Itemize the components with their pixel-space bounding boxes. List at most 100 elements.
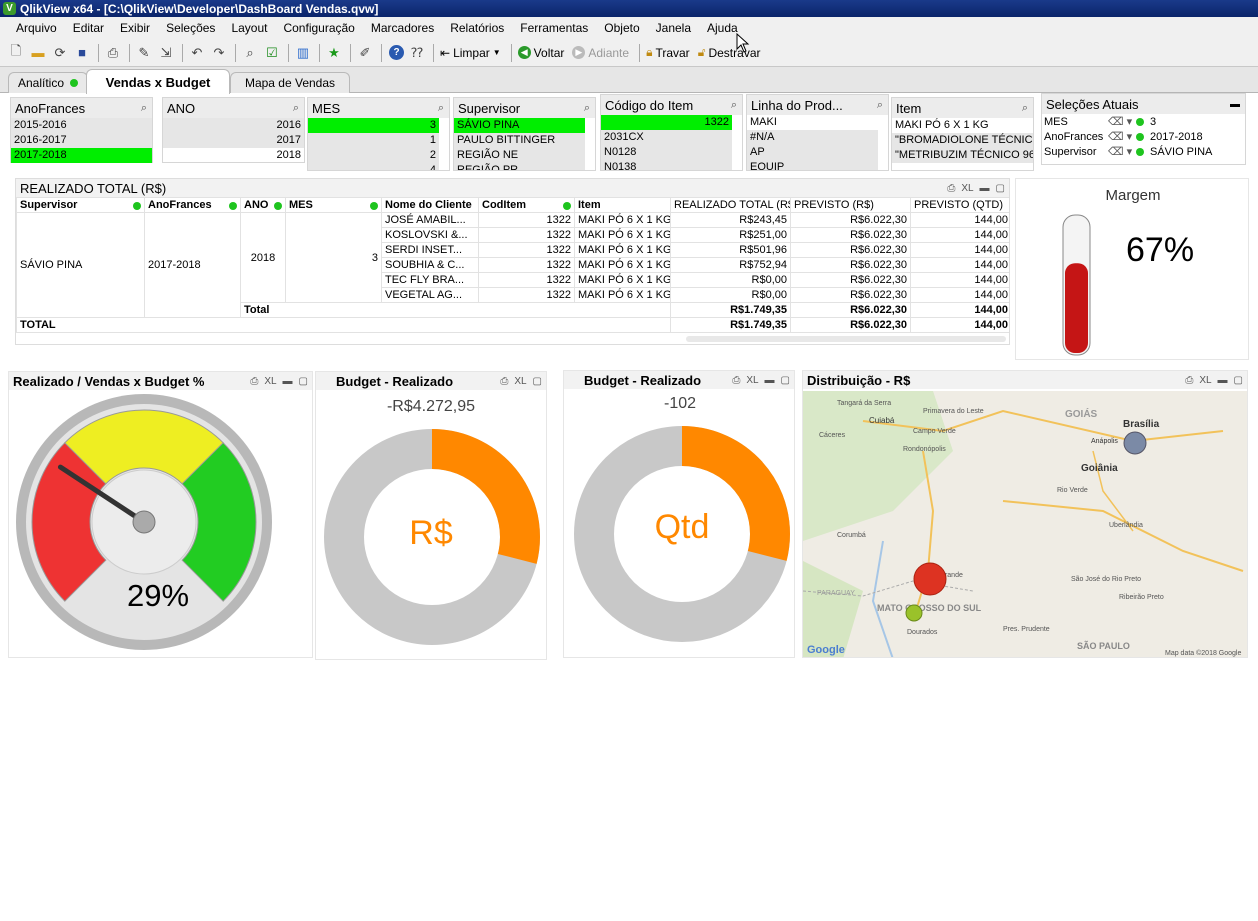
list-item[interactable]: 2017 [163, 133, 304, 148]
list-item[interactable]: N0138 [601, 160, 732, 170]
cell-coditem[interactable]: 1322 [478, 242, 575, 258]
maximize-icon[interactable]: ▢ [996, 183, 1005, 194]
print-icon[interactable]: ⎙ [250, 376, 258, 387]
minimize-icon[interactable]: ▬ [980, 183, 990, 194]
travar-button[interactable]: 🔒︎ Travar [646, 45, 690, 60]
chart-icon[interactable]: ▥ [293, 43, 313, 63]
list-item[interactable]: 2018 [163, 148, 304, 163]
tab-mapa-de-vendas[interactable]: Mapa de Vendas [230, 72, 350, 93]
cell-coditem[interactable]: 1322 [478, 212, 575, 228]
note-icon[interactable]: ✐ [355, 43, 375, 63]
column-header[interactable]: REALIZADO TOTAL (R$) [670, 197, 791, 213]
list-item[interactable]: 1322 [601, 115, 732, 130]
cell-coditem[interactable]: 1322 [478, 272, 575, 288]
minimize-icon[interactable]: ▬ [1218, 375, 1228, 386]
cell-item[interactable]: MAKI PÓ 6 X 1 KG [574, 242, 671, 258]
menu-janela[interactable]: Janela [648, 21, 699, 35]
edit-icon[interactable]: ✎ [134, 43, 154, 63]
tab-analitico[interactable]: Analítico [8, 72, 88, 93]
list-item[interactable]: 2017-2018 [11, 148, 152, 163]
column-header[interactable]: PREVISTO (R$) [790, 197, 911, 213]
print-icon[interactable]: ⎙ [947, 183, 955, 194]
cell-cliente[interactable]: JOSÉ AMABIL... [381, 212, 479, 228]
list-item[interactable]: 2 [308, 148, 439, 163]
list-item[interactable]: PAULO BITTINGER [454, 133, 585, 148]
tab-vendas-x-budget[interactable]: Vendas x Budget [86, 69, 230, 94]
list-item[interactable]: 2015-2016 [11, 118, 152, 133]
menu-objeto[interactable]: Objeto [596, 21, 647, 35]
column-header[interactable]: ANO [240, 197, 286, 213]
voltar-button[interactable]: ◀ Voltar [517, 46, 564, 60]
adiante-button[interactable]: ▶ Adiante [572, 46, 629, 60]
export-icon[interactable]: ⇲ [156, 43, 176, 63]
undo-icon[interactable]: ↶ [187, 43, 207, 63]
context-help-icon[interactable]: ⁇ [407, 43, 427, 63]
cell-item[interactable]: MAKI PÓ 6 X 1 KG [574, 257, 671, 273]
cell-cliente[interactable]: TEC FLY BRA... [381, 272, 479, 288]
minimize-icon[interactable]: ▬ [765, 375, 775, 386]
search-icon[interactable]: ⌕ [877, 99, 883, 112]
cell-supervisor[interactable]: SÁVIO PINA [16, 212, 145, 318]
cell-mes[interactable]: 3 [285, 212, 382, 303]
menu-exibir[interactable]: Exibir [112, 21, 158, 35]
excel-export-icon[interactable]: XL [264, 376, 276, 387]
limpar-button[interactable]: ⇤ Limpar ▼ [440, 46, 501, 60]
list-item[interactable]: EQUIP [747, 160, 878, 170]
column-header[interactable]: Nome do Cliente [381, 197, 479, 213]
checkbox-icon[interactable]: ☑ [262, 43, 282, 63]
maximize-icon[interactable]: ▢ [533, 376, 542, 387]
search-icon[interactable]: ⌕ [438, 102, 444, 115]
print-icon[interactable]: ⎙ [1185, 375, 1193, 386]
print-icon[interactable]: ⎙ [732, 375, 740, 386]
save-icon[interactable]: ■ [72, 43, 92, 63]
column-header[interactable]: AnoFrances [144, 197, 241, 213]
reload-icon[interactable]: ⟳ [50, 43, 70, 63]
redo-icon[interactable]: ↷ [209, 43, 229, 63]
list-item[interactable]: REGIÃO PR [454, 163, 585, 170]
list-item[interactable]: N0128 [601, 145, 732, 160]
menu-layout[interactable]: Layout [223, 21, 275, 35]
cell-cliente[interactable]: SERDI INSET... [381, 242, 479, 258]
print-icon[interactable]: ⎙ [500, 376, 508, 387]
eraser-icon[interactable]: ⌫ ▾ [1108, 115, 1136, 128]
search-icon[interactable]: ⌕ [293, 102, 299, 115]
search-icon[interactable]: ⌕ [731, 99, 737, 112]
list-item[interactable]: "METRIBUZIM TÉCNICO 96 [892, 148, 1033, 163]
cell-item[interactable]: MAKI PÓ 6 X 1 KG [574, 287, 671, 303]
menu-relatorios[interactable]: Relatórios [442, 21, 512, 35]
list-item[interactable]: 1 [308, 133, 439, 148]
cell-item[interactable]: MAKI PÓ 6 X 1 KG [574, 212, 671, 228]
menu-ferramentas[interactable]: Ferramentas [512, 21, 596, 35]
print-icon[interactable]: ⎙ [103, 43, 123, 63]
cell-coditem[interactable]: 1322 [478, 287, 575, 303]
excel-export-icon[interactable]: XL [514, 376, 526, 387]
horizontal-scrollbar[interactable] [686, 336, 1006, 342]
search-icon[interactable]: ⌕ [240, 43, 260, 63]
column-header[interactable]: Supervisor [16, 197, 145, 213]
column-header[interactable]: MES [285, 197, 382, 213]
cell-item[interactable]: MAKI PÓ 6 X 1 KG [574, 272, 671, 288]
cell-cliente[interactable]: VEGETAL AG... [381, 287, 479, 303]
help-icon[interactable]: ? [389, 45, 404, 60]
menu-marcadores[interactable]: Marcadores [363, 21, 442, 35]
cell-item[interactable]: MAKI PÓ 6 X 1 KG [574, 227, 671, 243]
destravar-button[interactable]: 🔓︎ Destravar [698, 45, 761, 60]
cell-coditem[interactable]: 1322 [478, 257, 575, 273]
list-item[interactable]: #N/A [747, 130, 878, 145]
cell-cliente[interactable]: SOUBHIA & C... [381, 257, 479, 273]
cell-cliente[interactable]: KOSLOVSKI &... [381, 227, 479, 243]
menu-arquivo[interactable]: Arquivo [8, 21, 65, 35]
maximize-icon[interactable]: ▢ [781, 375, 790, 386]
cell-coditem[interactable]: 1322 [478, 227, 575, 243]
list-item[interactable]: "BROMADIOLONE TÉCNICO [892, 133, 1033, 148]
excel-export-icon[interactable]: XL [1199, 375, 1211, 386]
search-icon[interactable]: ⌕ [1022, 102, 1028, 115]
maximize-icon[interactable]: ▢ [1234, 375, 1243, 386]
minimize-icon[interactable]: ▬ [1230, 99, 1240, 110]
list-item[interactable]: 2031CX [601, 130, 732, 145]
bookmark-star-icon[interactable]: ★ [324, 43, 344, 63]
list-item[interactable]: MAKI PÓ 6 X 1 KG [892, 118, 1033, 133]
new-file-icon[interactable]: 🗋 [6, 43, 26, 63]
excel-export-icon[interactable]: XL [746, 375, 758, 386]
eraser-icon[interactable]: ⌫ ▾ [1108, 130, 1136, 143]
